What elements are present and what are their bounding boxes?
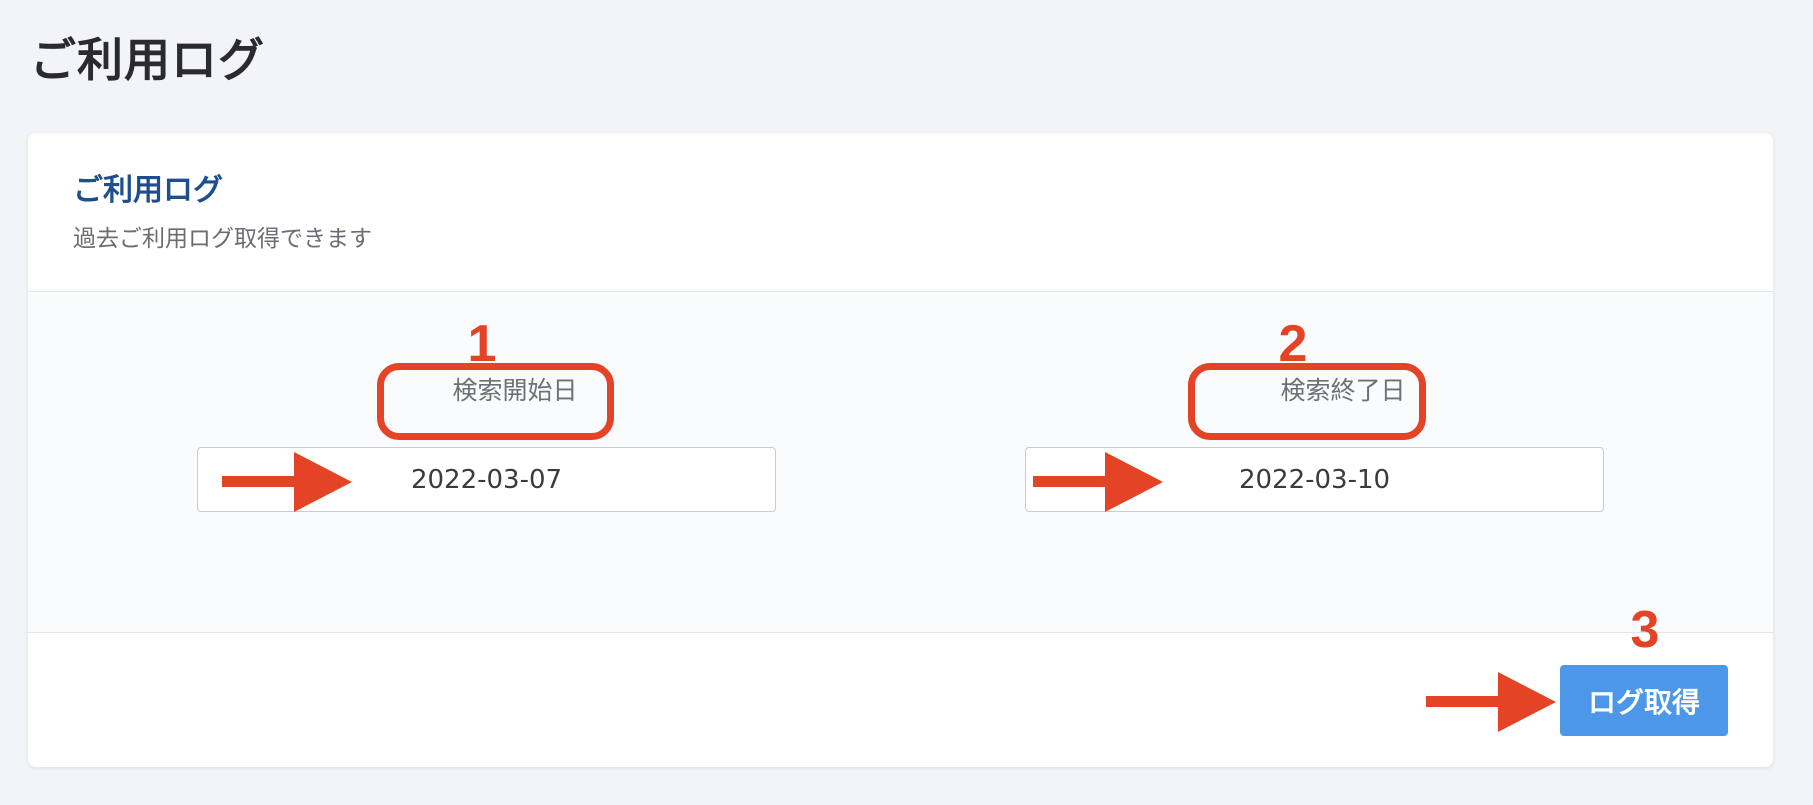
page-title: ご利用ログ	[30, 33, 265, 87]
annotation-ring-end-label	[1188, 363, 1426, 440]
card-header: ご利用ログ 過去ご利用ログ取得できます	[28, 133, 1773, 292]
card-subtitle: 過去ご利用ログ取得できます	[73, 226, 372, 252]
annotation-arrow-fetch-button	[1426, 672, 1556, 732]
annotation-number-3: 3	[1630, 601, 1660, 659]
annotation-ring-start-label	[377, 363, 614, 440]
annotation-arrow-start-input	[222, 452, 352, 512]
annotation-arrow-end-input	[1033, 452, 1163, 512]
card-title: ご利用ログ	[73, 173, 223, 208]
fetch-log-button[interactable]: ログ取得	[1560, 665, 1728, 736]
